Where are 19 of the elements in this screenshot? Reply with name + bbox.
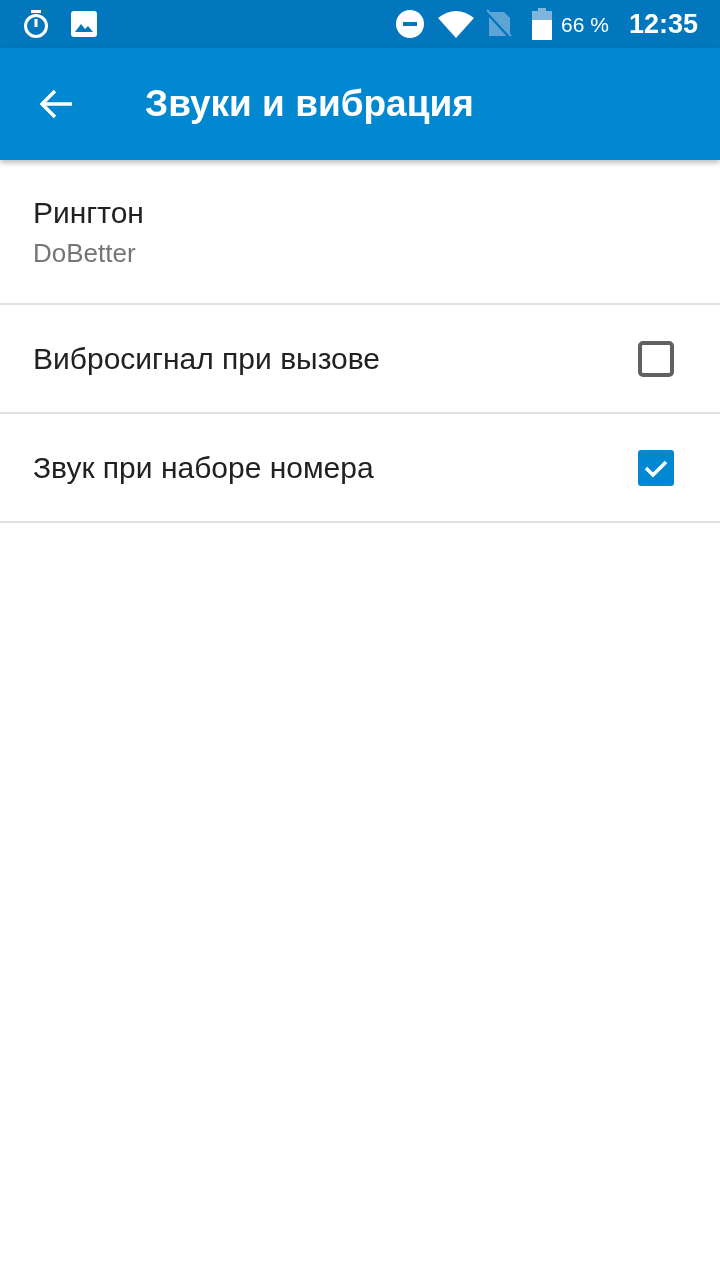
setting-title: Вибросигнал при вызове — [33, 340, 381, 377]
wifi-icon — [438, 10, 475, 38]
checkbox-icon[interactable] — [638, 340, 674, 377]
clock: 12:35 — [628, 10, 698, 38]
stopwatch-icon — [22, 9, 50, 39]
back-arrow-icon[interactable] — [39, 89, 73, 119]
battery-icon — [532, 8, 553, 40]
setting-summary: DoBetter — [33, 236, 137, 269]
app-bar-title: Звуки и вибрация — [145, 82, 474, 127]
checkbox-checked-icon[interactable] — [638, 449, 674, 486]
setting-item[interactable]: Звук при наборе номера — [0, 414, 720, 523]
setting-title: Звук при наборе номера — [33, 449, 374, 486]
image-icon — [71, 11, 97, 37]
setting-item[interactable]: Вибросигнал при вызове — [0, 305, 720, 414]
setting-item[interactable]: Рингтон DoBetter — [0, 160, 720, 305]
battery-percentage: 66 % — [561, 13, 609, 35]
setting-title: Рингтон — [33, 194, 145, 231]
do-not-disturb-icon — [396, 10, 425, 38]
no-sim-icon — [486, 9, 513, 39]
